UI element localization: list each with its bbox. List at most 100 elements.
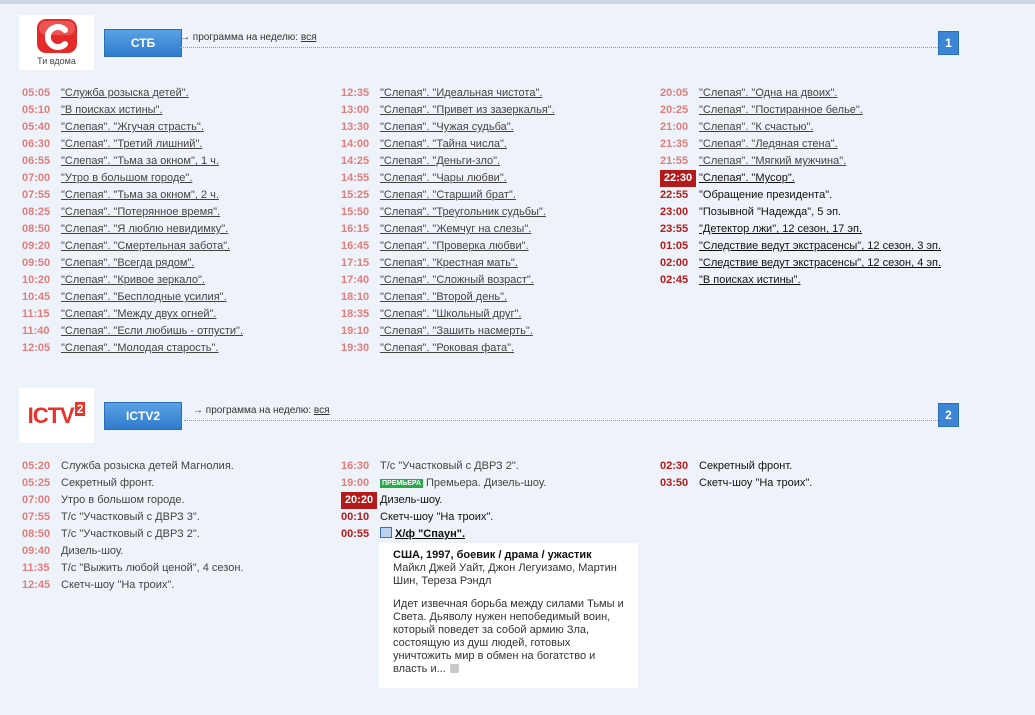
- program-row: 05:20 Служба розыска детей Магнолия.: [22, 458, 243, 475]
- program-title-link[interactable]: "Слепая". "Зашить насмерть".: [380, 325, 533, 337]
- program-time-now: 20:20: [341, 492, 377, 509]
- program-title: Утро в большом городе.: [61, 494, 185, 506]
- program-time: 03:50: [660, 477, 689, 489]
- program-title-link[interactable]: "Слепая". "Молодая старость".: [61, 342, 218, 354]
- program-time: 06:55: [22, 155, 51, 167]
- program-title-link[interactable]: "Слепая". "Постиранное белье".: [699, 104, 863, 116]
- program-row: 17:40 "Слепая". "Сложный возраст".: [341, 272, 555, 289]
- program-title-link[interactable]: "В поисках истины".: [61, 104, 163, 116]
- program-title-link[interactable]: "Слепая". "Тайна числа".: [380, 138, 507, 150]
- program-title-link[interactable]: "Слепая". "Ледяная стена".: [699, 138, 838, 150]
- program-time: 14:25: [341, 155, 370, 167]
- program-title-link[interactable]: "Слепая". "Треугольник судьбы".: [380, 206, 546, 218]
- program-row: 20:20 Дизель-шоу.: [341, 492, 546, 509]
- program-row: 03:50 Скетч-шоу "На троих".: [660, 475, 812, 492]
- more-icon[interactable]: [449, 664, 459, 673]
- program-row: 19:30 "Слепая". "Роковая фата".: [341, 340, 555, 357]
- channel-button-stb[interactable]: СТБ: [104, 29, 182, 57]
- program-title-link[interactable]: "Слепая". "Школьный друг".: [380, 308, 521, 320]
- program-row: 19:00 ПРЕМЬЕРА Премьера. Дизель-шоу.: [341, 475, 546, 492]
- program-row: 11:35 Т/с "Выжить любой ценой", 4 сезон.: [22, 560, 243, 577]
- program-title-link[interactable]: "Слепая". "Мягкий мужчина".: [699, 155, 846, 167]
- program-time: 07:55: [22, 511, 51, 523]
- program-time: 16:30: [341, 460, 370, 472]
- program-title-link[interactable]: "Слепая". "Если любишь - отпусти".: [61, 325, 243, 337]
- program-title-link[interactable]: "Служба розыска детей".: [61, 87, 189, 99]
- program-row: 14:25 "Слепая". "Деньги-зло".: [341, 153, 555, 170]
- program-title-link[interactable]: "Слепая". "Одна на двоих".: [699, 87, 837, 99]
- program-title-link[interactable]: "Слепая". "Старший брат".: [380, 189, 516, 201]
- program-title-link[interactable]: "Слепая". "Мусор".: [699, 172, 795, 184]
- program-time: 07:00: [22, 172, 51, 184]
- program-title-link[interactable]: "Следствие ведут экстрасенсы", 12 сезон,…: [699, 257, 941, 269]
- program-time: 02:45: [660, 274, 689, 286]
- program-time: 01:05: [660, 240, 689, 252]
- program-row: 15:25 "Слепая". "Старший брат".: [341, 187, 555, 204]
- program-title-link[interactable]: "Слепая". "Кривое зеркало".: [61, 274, 205, 286]
- program-title: Т/с "Участковый с ДВРЗ 2".: [380, 460, 519, 472]
- program-title-link[interactable]: "Слепая". "Я люблю невидимку".: [61, 223, 228, 235]
- program-title-link[interactable]: "Слепая". "Крестная мать".: [380, 257, 518, 269]
- week-program-all-link[interactable]: вся: [314, 405, 330, 416]
- program-row: 12:05 "Слепая". "Молодая старость".: [22, 340, 243, 357]
- program-title-link[interactable]: "Утро в большом городе".: [61, 172, 192, 184]
- program-row: 07:55 "Слепая". "Тьма за окном", 2 ч.: [22, 187, 243, 204]
- program-title-link[interactable]: "Слепая". "Жгучая страсть".: [61, 121, 204, 133]
- program-time: 19:00: [341, 477, 370, 489]
- program-title-link[interactable]: "Слепая". "Всегда рядом".: [61, 257, 194, 269]
- program-title-link[interactable]: "Слепая". "Смертельная забота".: [61, 240, 230, 252]
- program-title: Скетч-шоу "На троих".: [699, 477, 813, 489]
- program-title-link[interactable]: "Слепая". "Чужая судьба".: [380, 121, 514, 133]
- program-row: 10:45 "Слепая". "Бесплодные усилия".: [22, 289, 243, 306]
- program-row: 06:30 "Слепая". "Третий лишний".: [22, 136, 243, 153]
- week-program-all-link[interactable]: вся: [301, 32, 317, 43]
- film-icon: [380, 527, 392, 538]
- program-title-link[interactable]: "Слепая". "Третий лишний".: [61, 138, 202, 150]
- program-title: "Позывной "Надежда", 5 эп.: [699, 206, 842, 218]
- program-title-link[interactable]: "Детектор лжи", 12 сезон, 17 эп.: [699, 223, 862, 235]
- program-row: 10:20 "Слепая". "Кривое зеркало".: [22, 272, 243, 289]
- program-title-link[interactable]: "Следствие ведут экстрасенсы", 12 сезон,…: [699, 240, 941, 252]
- program-title: Дизель-шоу.: [380, 494, 443, 506]
- program-row: 14:55 "Слепая". "Чары любви".: [341, 170, 555, 187]
- program-title-link[interactable]: Х/ф "Спаун".: [395, 528, 465, 540]
- ictv2-logo-text: ICTV: [27, 402, 75, 428]
- program-row: 22:55 "Обращение президента".: [660, 187, 941, 204]
- program-title-link[interactable]: "Слепая". "Роковая фата".: [380, 342, 514, 354]
- program-title-link[interactable]: "Слепая". "Тьма за окном", 2 ч.: [61, 189, 219, 201]
- program-time: 11:40: [22, 325, 50, 337]
- program-title-link[interactable]: "Слепая". "Тьма за окном", 1 ч.: [61, 155, 219, 167]
- program-time: 14:00: [341, 138, 370, 150]
- ictv2-logo[interactable]: ICTV 2: [19, 388, 94, 443]
- program-title-link[interactable]: "Слепая". "Второй день".: [380, 291, 507, 303]
- program-title-link[interactable]: "Слепая". "К счастью".: [699, 121, 814, 133]
- program-title-link[interactable]: "Слепая". "Между двух огней".: [61, 308, 216, 320]
- program-time: 15:25: [341, 189, 370, 201]
- program-row: 16:30 Т/с "Участковый с ДВРЗ 2".: [341, 458, 546, 475]
- program-row: 02:45 "В поисках истины".: [660, 272, 941, 289]
- program-title: "Обращение президента".: [699, 189, 833, 201]
- program-row: 02:30 Секретный фронт.: [660, 458, 812, 475]
- program-row: 13:30 "Слепая". "Чужая судьба".: [341, 119, 555, 136]
- program-time: 15:50: [341, 206, 370, 218]
- program-time: 11:15: [22, 308, 50, 320]
- channel-button-ictv2[interactable]: ICTV2: [104, 402, 182, 430]
- program-row: 05:05 "Служба розыска детей".: [22, 85, 243, 102]
- program-title-link[interactable]: "Слепая". "Жемчуг на слезы".: [380, 223, 531, 235]
- schedule-column-1: 05:05 "Служба розыска детей". 05:10 "В поис…: [22, 85, 243, 357]
- program-title-link[interactable]: "Слепая". "Деньги-зло".: [380, 155, 500, 167]
- program-title-link[interactable]: "Слепая". "Чары любви".: [380, 172, 507, 184]
- program-title-link[interactable]: "В поисках истины".: [699, 274, 801, 286]
- ictv2-logo-sup: 2: [74, 402, 86, 416]
- program-time: 08:50: [22, 223, 51, 235]
- program-title-link[interactable]: "Слепая". "Бесплодные усилия".: [61, 291, 227, 303]
- program-title-link[interactable]: "Слепая". "Проверка любви".: [380, 240, 529, 252]
- program-title: Т/с "Участковый с ДВРЗ 3".: [61, 511, 200, 523]
- program-row: 11:40 "Слепая". "Если любишь - отпусти".: [22, 323, 243, 340]
- program-title-link[interactable]: "Слепая". "Сложный возраст".: [380, 274, 534, 286]
- program-row: 23:55 "Детектор лжи", 12 сезон, 17 эп.: [660, 221, 941, 238]
- program-time: 17:15: [341, 257, 370, 269]
- program-title-link[interactable]: "Слепая". "Идеальная чистота".: [380, 87, 542, 99]
- program-title-link[interactable]: "Слепая". "Привет из зазеркалья".: [380, 104, 555, 116]
- program-title-link[interactable]: "Слепая". "Потерянное время".: [61, 206, 220, 218]
